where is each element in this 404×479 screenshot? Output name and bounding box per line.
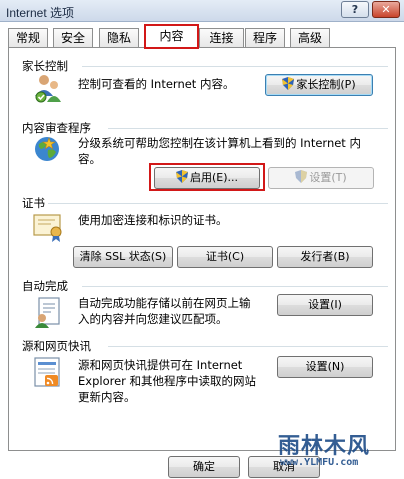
section-divider — [48, 203, 388, 204]
autocomplete-description-line2: 入的内容并向您建议匹配项。 — [78, 312, 228, 326]
tab-security[interactable]: 安全 — [53, 28, 93, 48]
feeds-heading: 源和网页快讯 — [22, 339, 91, 353]
title-bar: Internet 选项 ? ✕ — [0, 0, 404, 22]
certificate-icon — [33, 212, 65, 242]
autocomplete-form-icon — [33, 296, 63, 328]
tab-strip: 常规 安全 隐私 内容 连接 程序 高级 — [0, 22, 404, 49]
close-button[interactable]: ✕ — [372, 1, 400, 18]
tab-privacy[interactable]: 隐私 — [99, 28, 139, 48]
autocomplete-description-line1: 自动完成功能存储以前在网页上输 — [78, 296, 251, 310]
tab-programs[interactable]: 程序 — [245, 28, 285, 48]
content-advisor-settings-button[interactable]: 设置(T) — [268, 167, 374, 189]
feeds-description-line3: 更新内容。 — [78, 390, 136, 404]
certificates-description: 使用加密连接和标识的证书。 — [78, 213, 228, 227]
uac-shield-icon — [282, 77, 295, 90]
parental-controls-button-label: 家长控制(P) — [296, 78, 356, 91]
content-advisor-description-line1: 分级系统可帮助您控制在该计算机上看到的 Internet 内 — [78, 136, 361, 150]
ok-button[interactable]: 确定 — [168, 456, 240, 478]
settings-button-label: 设置(T) — [309, 171, 347, 184]
section-divider — [82, 286, 388, 287]
watermark-url: www.YLMFU.com — [280, 457, 359, 468]
help-button[interactable]: ? — [341, 1, 369, 18]
window-title: Internet 选项 — [6, 6, 75, 20]
enable-content-advisor-button[interactable]: 启用(E)... — [154, 167, 260, 189]
feeds-icon — [33, 356, 63, 388]
tab-advanced[interactable]: 高级 — [290, 28, 330, 48]
certificates-heading: 证书 — [22, 196, 45, 210]
uac-shield-icon — [295, 170, 308, 183]
autocomplete-heading: 自动完成 — [22, 279, 68, 293]
parental-controls-description: 控制可查看的 Internet 内容。 — [78, 77, 235, 91]
feeds-settings-button[interactable]: 设置(N) — [277, 356, 373, 378]
watermark-title: 雨林木风 — [278, 434, 371, 459]
enable-button-label: 启用(E)... — [189, 171, 239, 184]
section-divider — [108, 346, 388, 347]
content-advisor-description-line2: 容。 — [78, 152, 101, 166]
certificates-button[interactable]: 证书(C) — [177, 246, 273, 268]
feeds-description-line2: Explorer 和其他程序中读取的网站 — [78, 374, 257, 388]
tab-content[interactable]: 内容 — [144, 24, 199, 49]
tab-connections[interactable]: 连接 — [199, 28, 244, 48]
tab-general[interactable]: 常规 — [8, 28, 48, 48]
section-divider — [108, 128, 388, 129]
publishers-button[interactable]: 发行者(B) — [277, 246, 373, 268]
autocomplete-settings-button[interactable]: 设置(I) — [277, 294, 373, 316]
parental-controls-button[interactable]: 家长控制(P) — [265, 74, 373, 96]
watermark: 雨林木风 www.YLMFU.com — [268, 424, 400, 476]
clear-ssl-state-button[interactable]: 清除 SSL 状态(S) — [73, 246, 173, 268]
section-divider — [82, 66, 388, 67]
parental-users-icon — [32, 72, 64, 104]
uac-shield-icon — [175, 170, 188, 183]
feeds-description-line1: 源和网页快讯提供可在 Internet — [78, 358, 243, 372]
content-advisor-globe-icon — [32, 134, 64, 166]
